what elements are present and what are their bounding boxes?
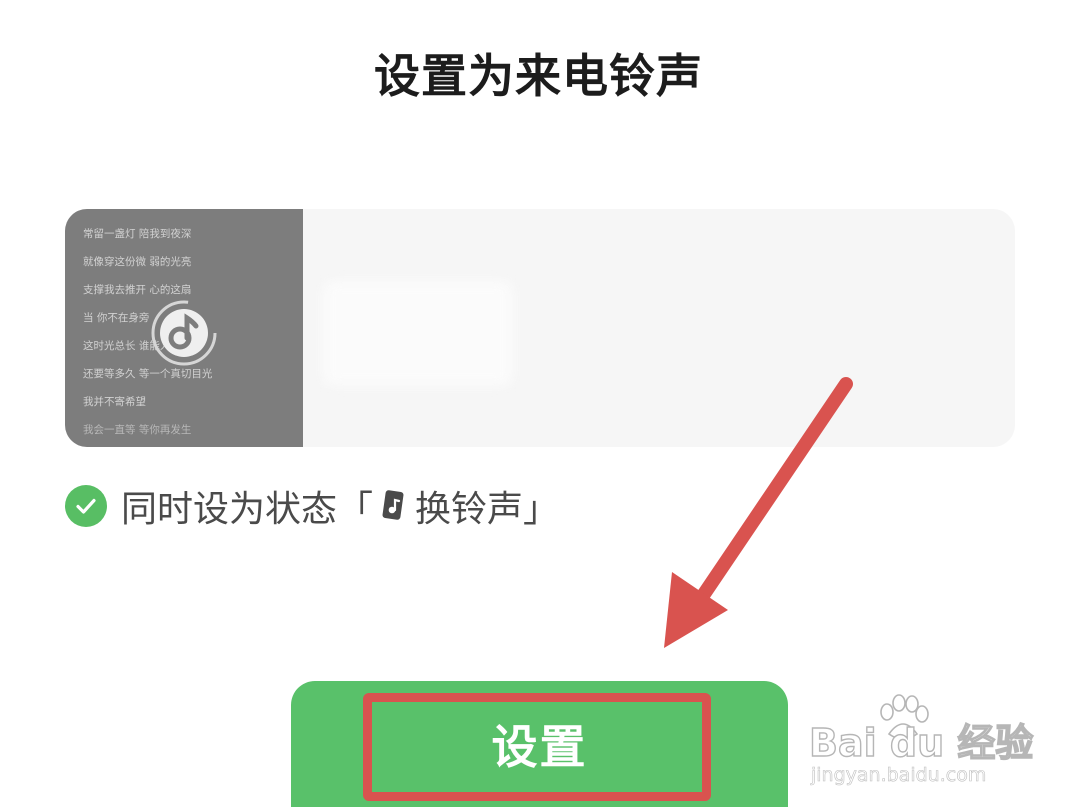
status-option-suffix: 换铃声」 xyxy=(415,489,560,530)
set-ringtone-button[interactable]: 设置 xyxy=(291,681,788,807)
lyric-line: 就像穿这份微 弱的光亮 xyxy=(83,256,192,268)
lyric-line: 还要等多久 等一个真切目光 xyxy=(83,368,213,380)
watermark-url: jingyan.baidu.com xyxy=(811,764,987,787)
music-note-icon xyxy=(151,300,217,366)
lyric-line: 当 你不在身旁 xyxy=(83,312,150,324)
baidu-jingyan-watermark: Bai du 经验 jingyan.baidu.com xyxy=(808,694,1034,794)
set-button-label: 设置 xyxy=(491,721,588,773)
lyric-line: 常留一盏灯 陪我到夜深 xyxy=(83,228,192,240)
checkmark-icon[interactable] xyxy=(65,485,107,527)
lyric-line: 我会一直等 等你再发生 xyxy=(83,424,192,436)
page-title: 设置为来电铃声 xyxy=(374,49,703,103)
status-option-label: 同时设为状态「 换铃声」 xyxy=(121,480,559,532)
ringtone-preview-card[interactable]: 常留一盏灯 陪我到夜深 就像穿这份微 弱的光亮 支撑我去推开 心的这扇 当 你不… xyxy=(65,209,1015,447)
lyric-line: 支撑我去推开 心的这扇 xyxy=(83,284,192,296)
lyrics-panel: 常留一盏灯 陪我到夜深 就像穿这份微 弱的光亮 支撑我去推开 心的这扇 当 你不… xyxy=(65,209,303,447)
status-sync-option[interactable]: 同时设为状态「 换铃声」 xyxy=(65,480,559,532)
lyric-line: 我并不寄希望 xyxy=(83,396,146,408)
preview-placeholder xyxy=(323,281,513,386)
ringtone-settings-screen: 设置为来电铃声 常留一盏灯 陪我到夜深 就像穿这份微 弱的光亮 支撑我去推开 心… xyxy=(0,0,1077,807)
watermark-brand: Bai du 经验 xyxy=(808,720,1034,765)
status-option-prefix: 同时设为状态「 xyxy=(121,489,374,530)
music-card-icon xyxy=(382,490,404,520)
